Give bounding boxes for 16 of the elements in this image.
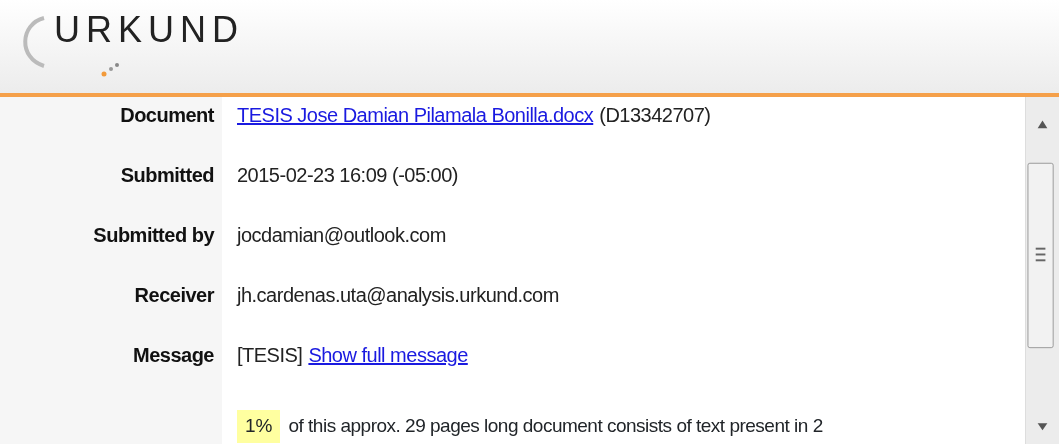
percent-badge: 1% [237, 410, 281, 443]
field-value: jocdamian@outlook.com [237, 223, 446, 248]
field-value: jh.cardenas.uta@analysis.urkund.com [237, 283, 559, 308]
field-value: 2015-02-23 16:09 (-05:00) [237, 163, 458, 188]
field-value: (D13342707) [599, 103, 711, 128]
field-label: Submitted by [0, 217, 222, 277]
logo: URKUND [14, 12, 1059, 78]
field-label: Submitted [0, 157, 222, 217]
field-label: Document [0, 97, 222, 157]
scrollbar[interactable] [1025, 97, 1059, 444]
link[interactable]: Show full message [308, 340, 468, 370]
field-value: [TESIS] [237, 343, 303, 368]
field-label: Receiver [0, 277, 222, 337]
link[interactable]: TESIS Jose Damian Pilamala Bonilla.docx [237, 100, 594, 130]
field-label: Message [0, 337, 222, 397]
summary-text: of this approx. 29 pages long document consists of text present in 2 [287, 414, 823, 438]
